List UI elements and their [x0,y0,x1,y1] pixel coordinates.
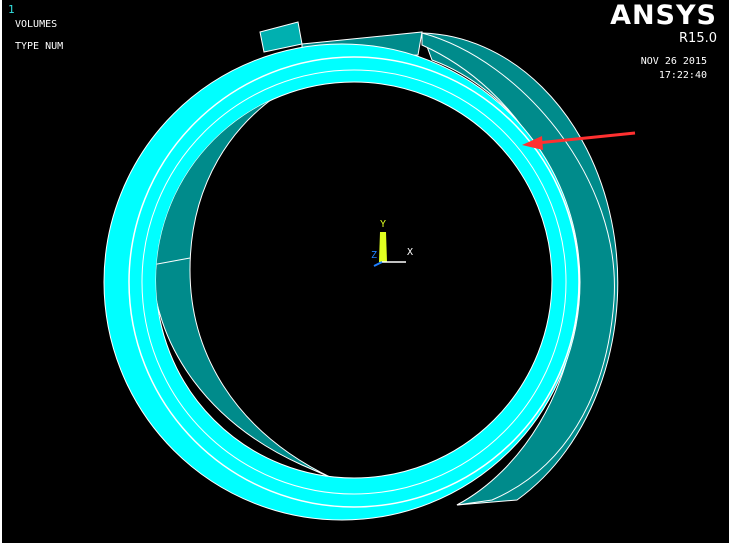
plot-time: 17:22:40 [658,70,707,81]
triad-x-label: X [407,247,414,258]
triad-y-axis [379,232,387,262]
graphics-viewport[interactable]: 1 VOLUMES TYPE NUM ANSYS R15.0 NOV 26 20… [0,0,731,545]
entity-label: VOLUMES [15,19,58,30]
ring-top-segment-left [259,21,303,53]
product-version: R15.0 [679,31,717,46]
triad-z-label: Z [371,250,378,261]
model-canvas [103,21,636,521]
plot-date: NOV 26 2015 [640,56,707,67]
window-number: 1 [8,3,15,16]
product-logo: ANSYS [610,0,717,31]
triad-y-label: Y [380,219,387,230]
numbering-label: TYPE NUM [15,41,64,52]
